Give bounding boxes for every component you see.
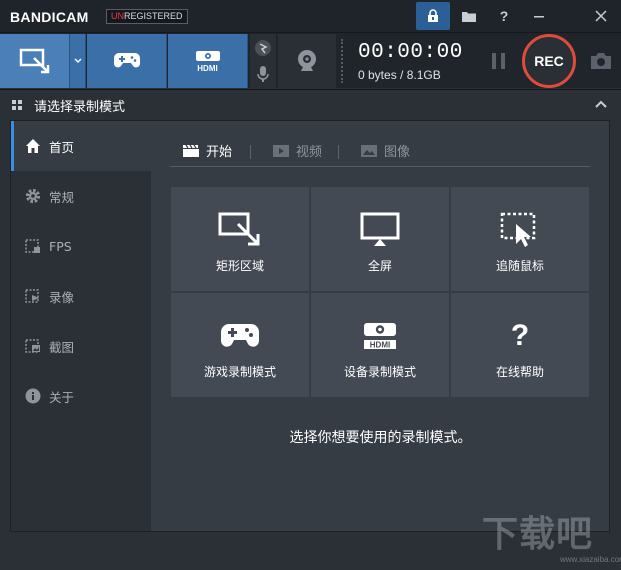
watermark-url: www.xiazaiba.com xyxy=(560,555,621,564)
tab-label: 视频 xyxy=(296,145,323,160)
sidebar-item-fps[interactable]: FPS xyxy=(11,221,151,271)
minimize-icon xyxy=(534,16,544,18)
close-icon xyxy=(595,10,607,22)
device-mode-button[interactable]: HDMI xyxy=(168,34,248,88)
app-logo: BANDICAM xyxy=(10,9,89,25)
sidebar-item-general[interactable]: 常规 xyxy=(11,171,151,221)
file-size-readout: 0 bytes / 8.1GB xyxy=(358,68,441,82)
rectangle-area-icon xyxy=(19,48,49,74)
sidebar-item-home[interactable]: 首页 xyxy=(11,121,151,171)
close-button[interactable] xyxy=(584,2,618,30)
tile-label: 游戏录制模式 xyxy=(203,365,276,379)
sidebar-item-label: 录像 xyxy=(49,289,75,305)
tile-online-help[interactable]: ? 在线帮助 xyxy=(451,293,589,397)
tile-fullscreen[interactable]: 全屏 xyxy=(311,187,449,291)
microphone-icon[interactable] xyxy=(254,64,272,84)
game-mode-button[interactable] xyxy=(87,34,167,88)
main-panel: 首页 常规 FPS 录像 截图 关于 开始 视频 图像 矩形区域 全屏 追随鼠标… xyxy=(10,120,610,532)
title-bar: BANDICAM UNREGISTERED ? xyxy=(0,0,621,32)
watermark: 下载吧 www.xiazaiba.com xyxy=(482,505,621,564)
tile-device-mode[interactable]: HDMI 设备录制模式 xyxy=(311,293,449,397)
unregistered-badge[interactable]: UNREGISTERED xyxy=(106,9,188,24)
content-area: 开始 视频 图像 矩形区域 全屏 追随鼠标 游戏录制模式 HDMI 设备录制模式… xyxy=(152,121,609,531)
toolbar-divider xyxy=(341,39,345,83)
toolbar: HDMI 00:00:00 0 bytes / 8.1GB REC xyxy=(0,32,621,88)
lock-button[interactable] xyxy=(416,2,450,30)
minimize-button[interactable] xyxy=(522,2,556,30)
webcam-icon xyxy=(298,50,316,71)
tile-game-mode[interactable]: 游戏录制模式 xyxy=(171,293,309,397)
tab-start[interactable]: 开始 xyxy=(182,141,232,160)
tile-label: 设备录制模式 xyxy=(343,365,416,379)
mode-hint-text: 选择你想要使用的录制模式。 xyxy=(289,430,472,446)
hdmi-label: HDMI xyxy=(197,63,218,73)
recording-timer: 00:00:00 xyxy=(358,41,463,64)
video-icon xyxy=(23,286,43,306)
sidebar-item-label: FPS xyxy=(49,238,72,254)
rectangle-area-icon xyxy=(218,211,262,249)
watermark-text: 下载吧 xyxy=(482,513,594,555)
rectangle-mode-button[interactable] xyxy=(0,34,70,88)
hdmi-device-icon xyxy=(195,50,220,61)
tile-rectangle-area[interactable]: 矩形区域 xyxy=(171,187,309,291)
question-icon: ? xyxy=(510,319,530,352)
mode-tiles: 矩形区域 全屏 追随鼠标 游戏录制模式 HDMI 设备录制模式 ? 在线帮助 xyxy=(171,187,589,399)
chevron-up-icon[interactable] xyxy=(594,97,608,111)
tile-follow-mouse[interactable]: 追随鼠标 xyxy=(451,187,589,291)
tab-image[interactable]: 图像 xyxy=(360,141,410,160)
question-mark-icon: ? xyxy=(499,8,509,24)
svg-text:HDMI: HDMI xyxy=(370,341,390,350)
fps-icon xyxy=(23,236,43,256)
info-icon xyxy=(23,386,43,406)
monitor-icon xyxy=(358,211,402,249)
image-icon xyxy=(23,336,43,356)
sidebar-item-label: 首页 xyxy=(49,139,75,155)
hdmi-icon: HDMI xyxy=(358,317,402,355)
tile-label: 全屏 xyxy=(367,259,392,273)
home-icon xyxy=(23,136,43,156)
tab-label: 图像 xyxy=(384,145,411,160)
webcam-button[interactable] xyxy=(278,34,336,88)
tab-bar: 开始 视频 图像 xyxy=(170,137,590,167)
picture-icon xyxy=(361,144,377,157)
tab-label: 开始 xyxy=(206,145,233,160)
chevron-down-icon xyxy=(73,58,82,64)
help-button[interactable]: ? xyxy=(487,2,521,30)
audio-controls xyxy=(250,34,276,88)
gamepad-icon xyxy=(218,317,262,355)
camera-icon[interactable] xyxy=(588,49,614,73)
tile-label: 矩形区域 xyxy=(215,259,264,273)
folder-icon xyxy=(462,12,476,22)
lock-icon xyxy=(428,9,438,22)
gear-icon xyxy=(23,186,43,206)
open-folder-button[interactable] xyxy=(452,2,486,30)
tile-label: 在线帮助 xyxy=(495,365,544,379)
gamepad-icon xyxy=(113,53,140,68)
pause-icon[interactable] xyxy=(488,49,510,73)
clapper-icon xyxy=(183,144,199,157)
sidebar-item-video[interactable]: 录像 xyxy=(11,271,151,321)
section-header: 请选择录制模式 xyxy=(0,89,621,119)
sidebar-item-label: 常规 xyxy=(49,189,75,205)
sidebar-item-label: 截图 xyxy=(49,339,75,355)
cursor-follow-icon xyxy=(498,211,542,249)
tab-divider xyxy=(250,145,251,159)
sidebar: 首页 常规 FPS 录像 截图 关于 xyxy=(11,121,151,531)
tab-video[interactable]: 视频 xyxy=(272,141,322,160)
grid-icon xyxy=(12,100,22,110)
sidebar-item-screenshot[interactable]: 截图 xyxy=(11,321,151,371)
tile-label: 追随鼠标 xyxy=(495,259,544,273)
section-title: 请选择录制模式 xyxy=(34,100,126,115)
tab-divider xyxy=(338,145,339,159)
speaker-icon[interactable] xyxy=(254,38,272,58)
sidebar-item-about[interactable]: 关于 xyxy=(11,371,151,421)
sidebar-item-label: 关于 xyxy=(49,389,75,405)
play-icon xyxy=(273,144,289,157)
mode-dropdown-button[interactable] xyxy=(70,34,86,88)
record-button[interactable]: REC xyxy=(522,34,576,88)
